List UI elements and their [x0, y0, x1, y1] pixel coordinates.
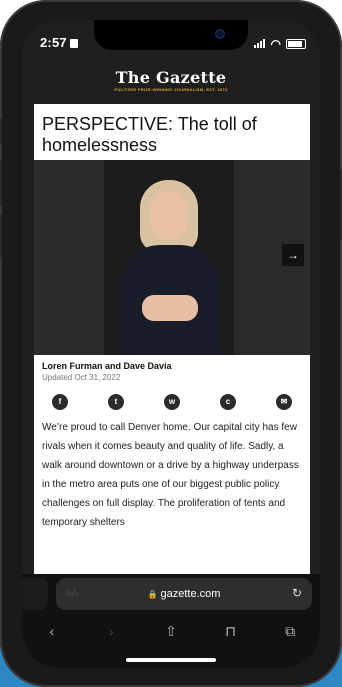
browser-bottom-bar: aA 🔒 gazette.com ↻ ‹ › ⇧ ⊓ ⧉ [22, 574, 320, 668]
whatsapp-icon[interactable]: w [164, 394, 180, 410]
browser-toolbar: ‹ › ⇧ ⊓ ⧉ [22, 618, 320, 644]
previous-tab-peek[interactable] [22, 578, 48, 610]
reload-icon[interactable]: ↻ [292, 586, 302, 600]
camera-icon [215, 29, 225, 39]
bookmarks-icon[interactable]: ⊓ [216, 623, 246, 640]
phone-frame: 2:57 ◠ The Gazette PULITZER PRIZE-WINNIN… [0, 0, 342, 687]
address-bar[interactable]: aA 🔒 gazette.com ↻ [56, 578, 312, 610]
article-body: We’re proud to call Denver home. Our cap… [42, 422, 299, 528]
byline: Loren Furman and Dave Davia Updated Oct … [34, 355, 310, 382]
article-authors: Loren Furman and Dave Davia [42, 361, 172, 371]
share-row: f t w c ✉ [34, 394, 310, 410]
share-icon[interactable]: ⇧ [156, 623, 186, 640]
photo-carousel[interactable]: → [34, 160, 310, 355]
home-indicator[interactable] [126, 658, 216, 662]
article-card: PERSPECTIVE: The toll of homelessness → … [34, 104, 310, 620]
author-photo [104, 160, 234, 355]
arrow-right-icon: → [287, 248, 299, 262]
lock-icon: 🔒 [147, 590, 158, 599]
next-photo-button[interactable]: → [282, 244, 304, 266]
url-text: gazette.com [160, 588, 221, 600]
gazette-logo[interactable]: The Gazette [22, 68, 320, 87]
twitter-icon[interactable]: t [108, 394, 124, 410]
volume-down-button [0, 214, 2, 260]
signal-icon [253, 36, 266, 51]
photo-hands [142, 295, 198, 321]
comment-icon[interactable]: c [220, 394, 236, 410]
status-indicators: ◠ [253, 36, 306, 51]
status-time: 2:57 [40, 35, 78, 50]
mute-switch [0, 118, 2, 144]
volume-up-button [0, 160, 2, 206]
facebook-icon[interactable]: f [52, 394, 68, 410]
wifi-icon: ◠ [270, 36, 281, 51]
tabs-icon[interactable]: ⧉ [275, 623, 305, 640]
photo-face [150, 192, 188, 240]
phone-screen: 2:57 ◠ The Gazette PULITZER PRIZE-WINNIN… [22, 20, 320, 668]
battery-icon [286, 38, 306, 49]
article-updated: Updated Oct 31, 2022 [42, 373, 121, 382]
screen-lock-icon [69, 39, 78, 48]
back-icon[interactable]: ‹ [37, 623, 67, 639]
email-icon[interactable]: ✉ [276, 394, 292, 410]
url-display[interactable]: 🔒 gazette.com [56, 588, 312, 600]
masthead[interactable]: The Gazette PULITZER PRIZE-WINNING JOURN… [22, 64, 320, 104]
article-headline: PERSPECTIVE: The toll of homelessness [42, 114, 257, 155]
masthead-tagline: PULITZER PRIZE-WINNING JOURNALISM, EST. … [114, 87, 228, 92]
forward-icon[interactable]: › [96, 623, 126, 639]
time-text: 2:57 [40, 35, 67, 50]
